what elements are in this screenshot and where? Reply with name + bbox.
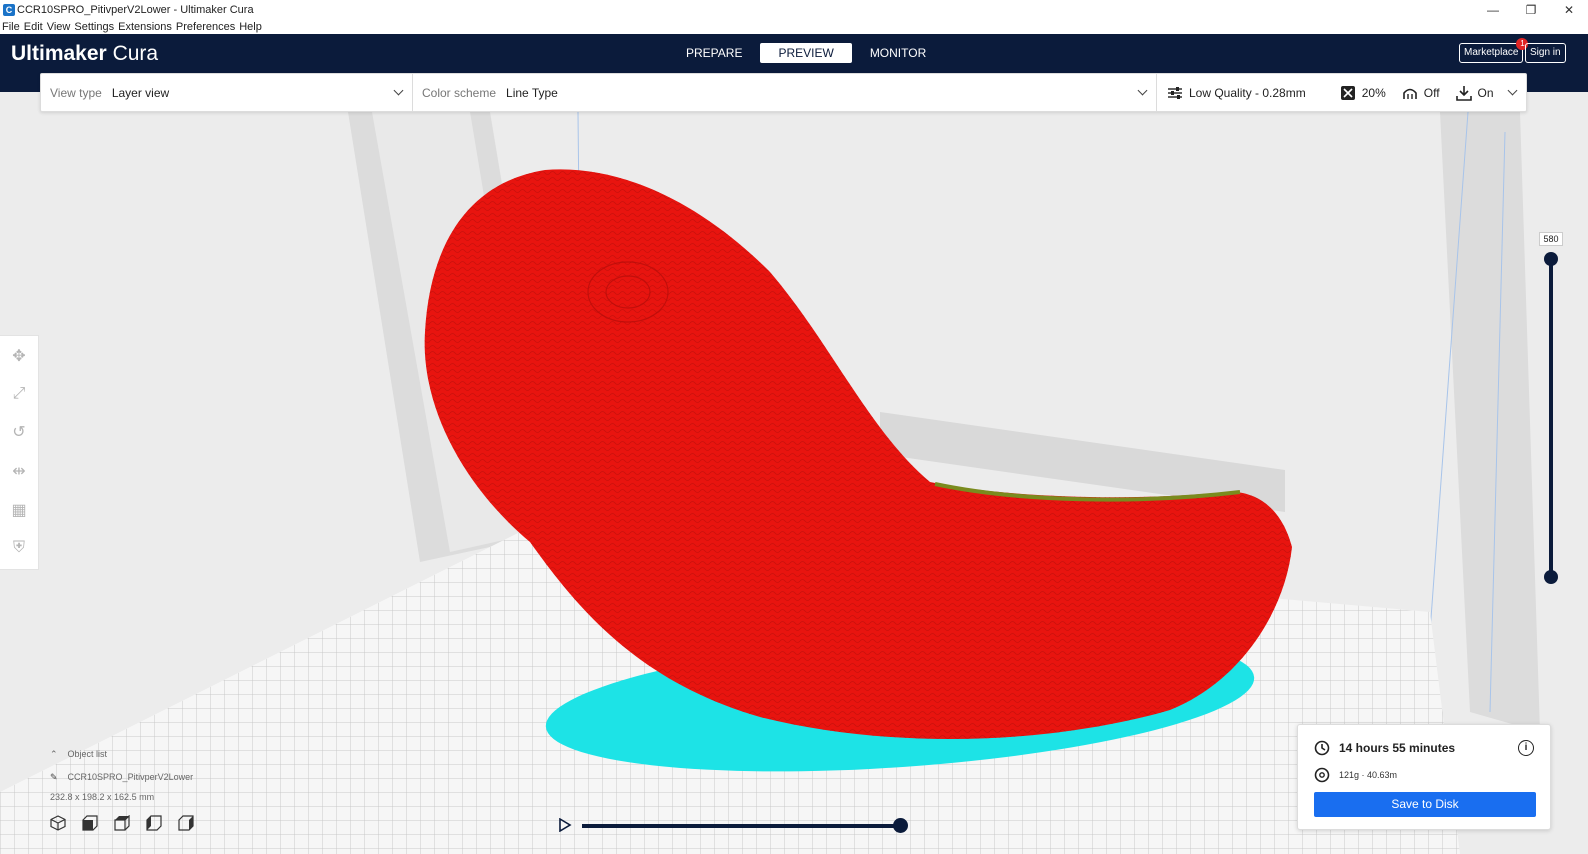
object-name-row[interactable]: ✎ CCR10SPRO_PitivperV2Lower bbox=[50, 770, 193, 784]
transform-toolbar: ✥ ⤢ ↺ ⇹ ▦ ⛨ bbox=[0, 335, 39, 570]
object-dimensions: 232.8 x 198.2 x 162.5 mm bbox=[50, 792, 155, 802]
layer-slider-bottom-handle[interactable] bbox=[1544, 570, 1558, 584]
print-settings-dropdown[interactable]: Low Quality - 0.28mm 20% Off On bbox=[1157, 74, 1526, 111]
menu-settings[interactable]: Settings bbox=[74, 21, 114, 33]
save-to-disk-button[interactable]: Save to Disk bbox=[1314, 792, 1536, 817]
cura-app-icon: C bbox=[3, 3, 15, 16]
view-top-icon[interactable] bbox=[114, 815, 130, 831]
color-scheme-dropdown[interactable]: Color scheme Line Type bbox=[413, 74, 1157, 111]
tab-monitor[interactable]: MONITOR bbox=[852, 43, 944, 63]
color-scheme-value: Line Type bbox=[506, 85, 558, 100]
layer-number-input[interactable]: 580 bbox=[1539, 232, 1563, 246]
stage-tabs: PREPARE PREVIEW MONITOR bbox=[668, 43, 944, 63]
color-scheme-label: Color scheme bbox=[422, 85, 497, 100]
material-row: 121g · 40.63m bbox=[1314, 767, 1397, 783]
per-model-settings-icon[interactable]: ▦ bbox=[9, 500, 29, 520]
support-value: Off bbox=[1423, 85, 1440, 100]
window-title: CCR10SPRO_PitivperV2Lower - Ultimaker Cu… bbox=[17, 3, 254, 16]
chevron-down-icon bbox=[393, 85, 404, 96]
object-list-title: Object list bbox=[67, 749, 108, 759]
pencil-icon: ✎ bbox=[50, 771, 58, 782]
infill-icon bbox=[1340, 85, 1355, 100]
minimize-icon[interactable]: — bbox=[1474, 0, 1512, 19]
menu-extensions[interactable]: Extensions bbox=[118, 21, 172, 33]
profile-item: Low Quality - 0.28mm bbox=[1167, 85, 1306, 101]
view-3d-icon[interactable] bbox=[50, 815, 66, 831]
adhesion-item: On bbox=[1455, 85, 1494, 101]
object-dimensions-row: 232.8 x 198.2 x 162.5 mm bbox=[50, 790, 193, 804]
object-list-header[interactable]: ⌃ Object list bbox=[50, 747, 193, 761]
material-usage: 121g · 40.63m bbox=[1339, 770, 1398, 780]
mirror-icon[interactable]: ⇹ bbox=[9, 461, 29, 481]
object-list: ⌃ Object list ✎ CCR10SPRO_PitivperV2Lowe… bbox=[50, 747, 193, 804]
profile-value: Low Quality - 0.28mm bbox=[1189, 85, 1306, 100]
view-type-value: Layer view bbox=[111, 85, 170, 100]
marketplace-button[interactable]: Marketplace 1 bbox=[1459, 38, 1529, 63]
infill-item: 20% bbox=[1340, 85, 1386, 101]
chevron-up-icon: ⌃ bbox=[50, 748, 58, 759]
layer-slider-track[interactable] bbox=[1549, 258, 1553, 578]
scale-icon[interactable]: ⤢ bbox=[9, 385, 29, 403]
infill-value: 20% bbox=[1361, 85, 1386, 100]
menu-file[interactable]: File bbox=[2, 21, 20, 33]
menu-edit[interactable]: Edit bbox=[24, 21, 43, 33]
logo-brand: Ultimaker bbox=[11, 42, 107, 65]
view-right-icon[interactable] bbox=[178, 815, 194, 831]
menu-preferences[interactable]: Preferences bbox=[176, 21, 235, 33]
spool-icon bbox=[1314, 767, 1330, 783]
chevron-down-icon bbox=[1507, 85, 1518, 96]
view-settings-bar: View type Layer view Color scheme Line T… bbox=[40, 73, 1527, 112]
clock-icon bbox=[1314, 740, 1330, 756]
info-icon[interactable]: i bbox=[1518, 740, 1534, 756]
close-icon[interactable]: ✕ bbox=[1550, 0, 1588, 19]
maximize-icon[interactable]: ❐ bbox=[1512, 0, 1550, 19]
simulation-slider-handle[interactable] bbox=[893, 818, 908, 833]
object-name: CCR10SPRO_PitivperV2Lower bbox=[67, 772, 194, 782]
menu-help[interactable]: Help bbox=[239, 21, 262, 33]
play-icon[interactable] bbox=[558, 818, 572, 832]
menu-view[interactable]: View bbox=[47, 21, 71, 33]
sign-in-button[interactable]: Sign in bbox=[1525, 43, 1566, 63]
view-type-label: View type bbox=[50, 85, 102, 100]
window-controls: — ❐ ✕ bbox=[1474, 0, 1588, 19]
logo-product: Cura bbox=[112, 42, 159, 65]
print-time-row: 14 hours 55 minutes bbox=[1314, 740, 1455, 756]
print-info-panel: 14 hours 55 minutes i 121g · 40.63m Save… bbox=[1297, 724, 1551, 830]
chevron-down-icon bbox=[1137, 85, 1148, 96]
simulation-slider-track[interactable] bbox=[582, 824, 902, 828]
window-titlebar: C CCR10SPRO_PitivperV2Lower - Ultimaker … bbox=[0, 0, 1588, 19]
sliders-icon bbox=[1168, 86, 1182, 99]
menu-bar: File Edit View Settings Extensions Prefe… bbox=[0, 19, 1588, 34]
camera-view-buttons bbox=[50, 815, 194, 831]
view-front-icon[interactable] bbox=[82, 815, 98, 831]
rotate-icon[interactable]: ↺ bbox=[9, 422, 29, 442]
adhesion-icon bbox=[1455, 85, 1472, 101]
adhesion-value: On bbox=[1477, 85, 1494, 100]
layer-slider-top-handle[interactable] bbox=[1544, 252, 1558, 266]
print-time: 14 hours 55 minutes bbox=[1339, 741, 1456, 755]
app-logo: Ultimaker Cura bbox=[11, 42, 158, 66]
support-blocker-icon[interactable]: ⛨ bbox=[9, 539, 29, 557]
tab-prepare[interactable]: PREPARE bbox=[668, 43, 760, 63]
marketplace-label: Marketplace bbox=[1464, 47, 1519, 58]
view-type-dropdown[interactable]: View type Layer view bbox=[41, 74, 413, 111]
view-left-icon[interactable] bbox=[146, 815, 162, 831]
support-item: Off bbox=[1402, 85, 1440, 101]
move-icon[interactable]: ✥ bbox=[9, 346, 29, 366]
tab-preview[interactable]: PREVIEW bbox=[760, 43, 852, 63]
support-icon bbox=[1402, 88, 1417, 99]
